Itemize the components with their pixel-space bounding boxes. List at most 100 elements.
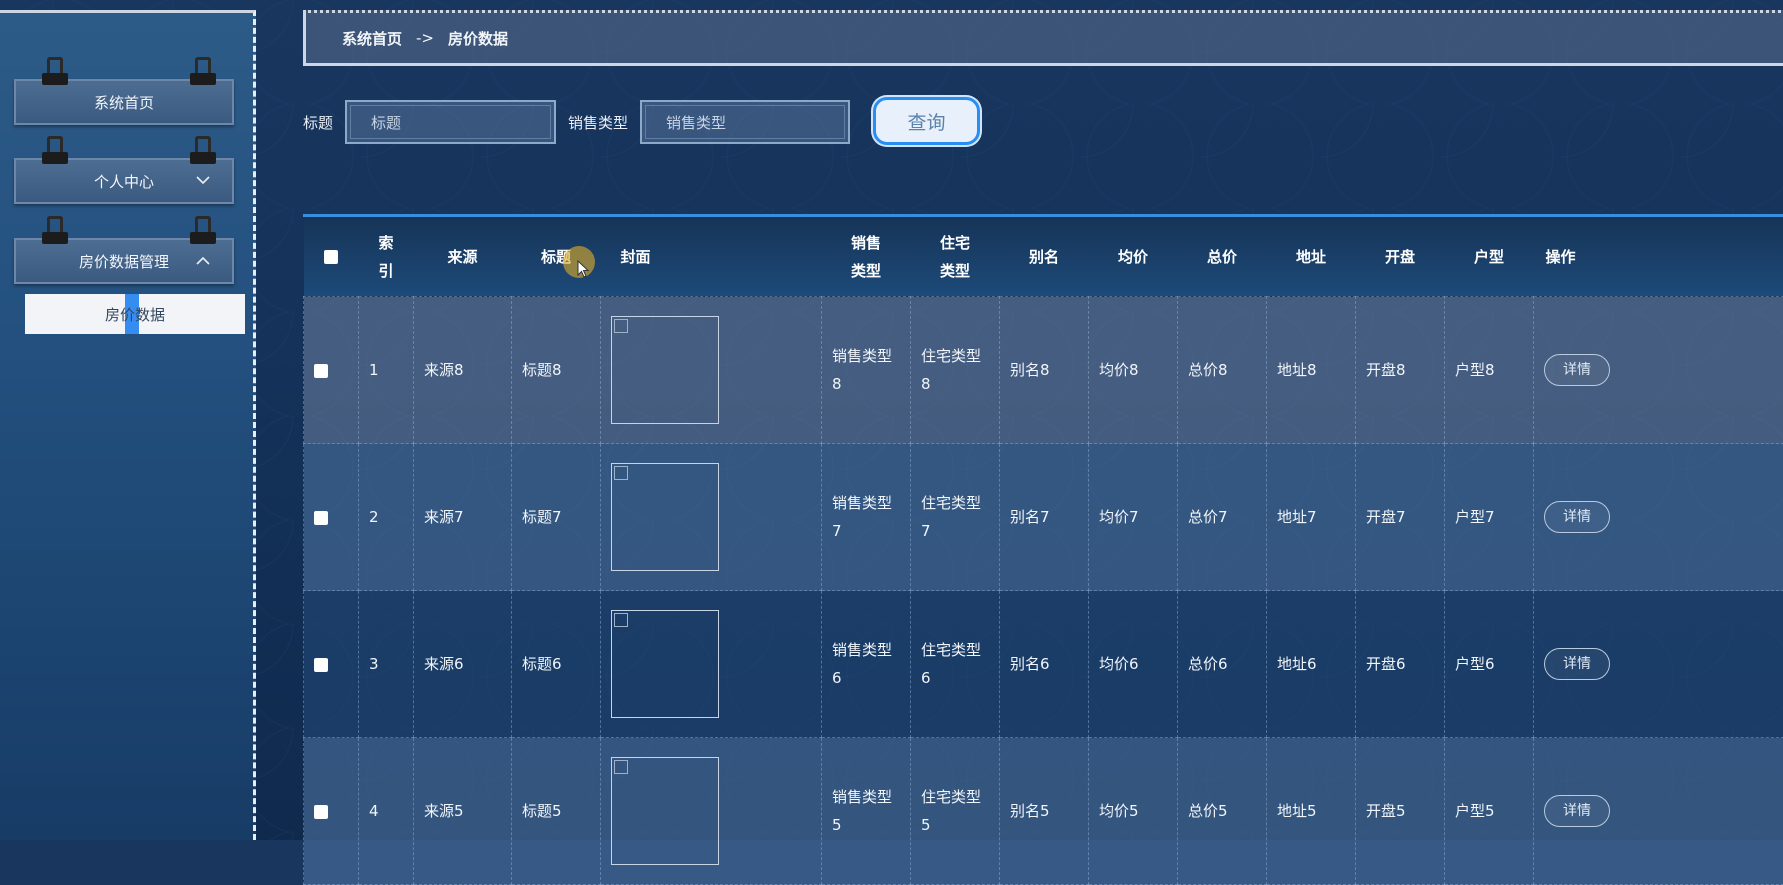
query-button[interactable]: 查询 (873, 97, 980, 145)
cell-sale-type: 销售类型7 (822, 444, 911, 591)
breadcrumb-separator: -> (416, 29, 434, 47)
column-header-residence-type: 住宅类型 (911, 217, 1000, 297)
row-checkbox[interactable] (314, 364, 328, 378)
cell-source: 来源6 (414, 591, 512, 738)
cell-source: 来源7 (414, 444, 512, 591)
column-header-total-price: 总价 (1178, 217, 1267, 297)
sale-type-filter-input[interactable]: 销售类型 (640, 100, 850, 144)
cell-address: 地址8 (1267, 297, 1356, 444)
cell-alias: 别名5 (1000, 738, 1089, 885)
column-header-avg-price: 均价 (1089, 217, 1178, 297)
cell-layout: 户型7 (1445, 444, 1534, 591)
sidebar-subitem-label: 房价数据 (105, 304, 165, 325)
column-header-index: 索引 (359, 217, 414, 297)
cell-sale-type: 销售类型6 (822, 591, 911, 738)
cell-address: 地址6 (1267, 591, 1356, 738)
table-row: 1 来源8 标题8 销售类型8 住宅类型8 别名8 均价8 总价8 地址8 开盘… (304, 297, 1783, 444)
cell-residence-type: 住宅类型7 (911, 444, 1000, 591)
binder-clip-icon (42, 216, 68, 246)
row-checkbox-cell (304, 591, 359, 738)
cell-source: 来源8 (414, 297, 512, 444)
cell-index: 2 (359, 444, 414, 591)
title-filter-label: 标题 (303, 112, 333, 133)
table-row: 3 来源6 标题6 销售类型6 住宅类型6 别名6 均价6 总价6 地址6 开盘… (304, 591, 1783, 738)
detail-button[interactable]: 详情 (1544, 354, 1610, 386)
cell-avg-price: 均价6 (1089, 591, 1178, 738)
broken-image-icon (611, 757, 719, 865)
cell-source: 来源5 (414, 738, 512, 885)
cell-alias: 别名7 (1000, 444, 1089, 591)
cell-address: 地址7 (1267, 444, 1356, 591)
cell-total-price: 总价6 (1178, 591, 1267, 738)
cell-index: 3 (359, 591, 414, 738)
row-checkbox[interactable] (314, 511, 328, 525)
cell-layout: 户型8 (1445, 297, 1534, 444)
select-all-checkbox-cell (304, 217, 359, 297)
column-header-address: 地址 (1267, 217, 1356, 297)
column-header-alias: 别名 (1000, 217, 1089, 297)
row-checkbox[interactable] (314, 658, 328, 672)
mouse-cursor-icon (563, 246, 595, 278)
binder-clip-icon (190, 216, 216, 246)
cell-layout: 户型5 (1445, 738, 1534, 885)
column-header-source: 来源 (414, 217, 512, 297)
cell-opening: 开盘8 (1356, 297, 1445, 444)
row-checkbox-cell (304, 444, 359, 591)
table-row: 4 来源5 标题5 销售类型5 住宅类型5 别名5 均价5 总价5 地址5 开盘… (304, 738, 1783, 885)
cell-index: 4 (359, 738, 414, 885)
cell-opening: 开盘6 (1356, 591, 1445, 738)
breadcrumb-home[interactable]: 系统首页 (342, 28, 402, 49)
sidebar: 系统首页 个人中心 房价数据管理 (0, 10, 256, 840)
cell-total-price: 总价7 (1178, 444, 1267, 591)
search-bar: 标题 标题 销售类型 销售类型 (303, 97, 850, 147)
column-header-layout: 户型 (1445, 217, 1534, 297)
cell-layout: 户型6 (1445, 591, 1534, 738)
cell-cover (601, 297, 822, 444)
binder-clip-icon (190, 136, 216, 166)
cell-sale-type: 销售类型5 (822, 738, 911, 885)
breadcrumb: 系统首页 -> 房价数据 (303, 10, 1783, 66)
cell-opening: 开盘7 (1356, 444, 1445, 591)
broken-image-icon (611, 316, 719, 424)
detail-button[interactable]: 详情 (1544, 501, 1610, 533)
cell-total-price: 总价5 (1178, 738, 1267, 885)
cell-title: 标题6 (512, 591, 601, 738)
cell-action: 详情 (1534, 297, 1783, 444)
cell-address: 地址5 (1267, 738, 1356, 885)
broken-image-icon (611, 463, 719, 571)
cell-cover (601, 444, 822, 591)
column-header-opening: 开盘 (1356, 217, 1445, 297)
chevron-up-icon (196, 253, 210, 269)
cell-cover (601, 591, 822, 738)
table-header-row: 索引 来源 标题 封面 销售类型 住宅类型 别名 均价 总价 地址 开盘 户型 … (304, 217, 1783, 297)
cell-action: 详情 (1534, 444, 1783, 591)
cell-alias: 别名8 (1000, 297, 1089, 444)
sidebar-item-price-data-management[interactable]: 房价数据管理 (14, 238, 234, 284)
cell-avg-price: 均价5 (1089, 738, 1178, 885)
cell-title: 标题8 (512, 297, 601, 444)
detail-button[interactable]: 详情 (1544, 795, 1610, 827)
cell-action: 详情 (1534, 591, 1783, 738)
broken-image-icon (611, 610, 719, 718)
table-row: 2 来源7 标题7 销售类型7 住宅类型7 别名7 均价7 总价7 地址7 开盘… (304, 444, 1783, 591)
binder-clip-icon (190, 57, 216, 87)
select-all-checkbox[interactable] (324, 250, 338, 264)
sidebar-subitem-price-data[interactable]: 房价数据 (25, 294, 245, 334)
row-checkbox[interactable] (314, 805, 328, 819)
binder-clip-icon (42, 136, 68, 166)
title-filter-input[interactable]: 标题 (345, 100, 556, 144)
binder-clip-icon (42, 57, 68, 87)
cell-title: 标题5 (512, 738, 601, 885)
cell-opening: 开盘5 (1356, 738, 1445, 885)
cell-cover (601, 738, 822, 885)
sidebar-item-personal-center[interactable]: 个人中心 (14, 158, 234, 204)
cell-sale-type: 销售类型8 (822, 297, 911, 444)
cell-index: 1 (359, 297, 414, 444)
cell-title: 标题7 (512, 444, 601, 591)
column-header-cover: 封面 (601, 217, 822, 297)
sidebar-item-label: 个人中心 (94, 171, 154, 192)
cell-residence-type: 住宅类型6 (911, 591, 1000, 738)
detail-button[interactable]: 详情 (1544, 648, 1610, 680)
breadcrumb-current: 房价数据 (448, 28, 508, 49)
sidebar-item-home[interactable]: 系统首页 (14, 79, 234, 125)
